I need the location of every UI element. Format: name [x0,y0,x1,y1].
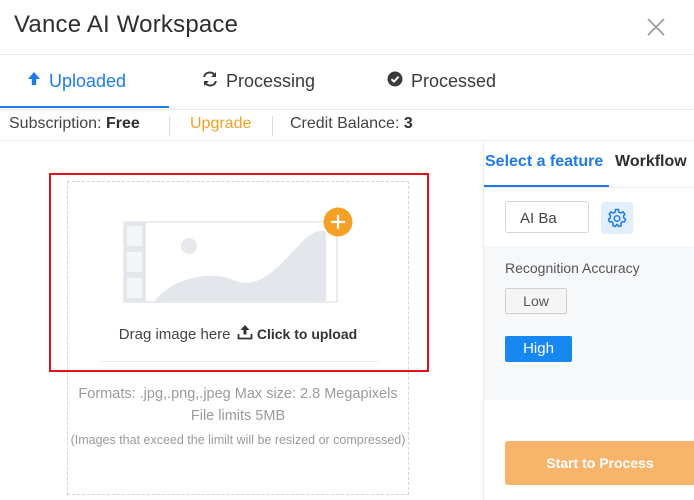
subscription-info: Subscription: Free [9,115,140,133]
divider [169,116,170,136]
divider [484,187,694,188]
upgrade-link[interactable]: Upgrade [190,115,251,133]
accuracy-settings: Recognition Accuracy Low High [484,246,694,400]
resize-note: (Images that exceed the limilt will be r… [70,433,406,447]
window-title: Vance AI Workspace [14,11,239,38]
tab-select-feature[interactable]: Select a feature [485,153,603,171]
divider [272,116,273,136]
upload-arrow-icon [27,71,41,92]
recognition-accuracy-label: Recognition Accuracy [505,260,640,276]
tab-processing[interactable]: Processing [202,55,315,107]
subscription-plan: Free [105,115,140,132]
low-accuracy-button[interactable]: Low [505,288,567,314]
main-tabs: Uploaded Processing Processed [0,55,694,109]
tab-workflow[interactable]: Workflow [615,153,687,171]
gear-icon[interactable] [601,202,633,234]
tab-processed-label: Processed [411,70,497,91]
format-info: Formats: .jpg,.png,.jpeg Max size: 2.8 M… [78,386,398,424]
active-tab-indicator [0,106,169,108]
subscription-bar: Subscription: Free Upgrade Credit Balanc… [0,109,694,141]
title-bar: Vance AI Workspace [0,0,694,55]
close-icon[interactable] [644,15,668,39]
credit-balance: Credit Balance: 3 [290,115,413,133]
credit-value: 3 [403,115,413,132]
feature-panel: Select a feature Workflow AI Ba Recognit… [483,140,694,500]
high-accuracy-button[interactable]: High [505,336,572,362]
credit-label: Credit Balance: [290,115,400,132]
feature-select[interactable]: AI Ba [505,201,589,233]
highlight-box [49,173,429,372]
subscription-label: Subscription: [9,115,102,132]
tab-uploaded[interactable]: Uploaded [27,55,126,107]
check-circle-icon [387,71,403,92]
tab-uploaded-label: Uploaded [49,70,127,91]
start-to-process-button[interactable]: Start to Process [505,441,694,485]
tab-processed[interactable]: Processed [387,55,496,107]
sync-icon [202,71,218,92]
tab-processing-label: Processing [226,70,316,91]
